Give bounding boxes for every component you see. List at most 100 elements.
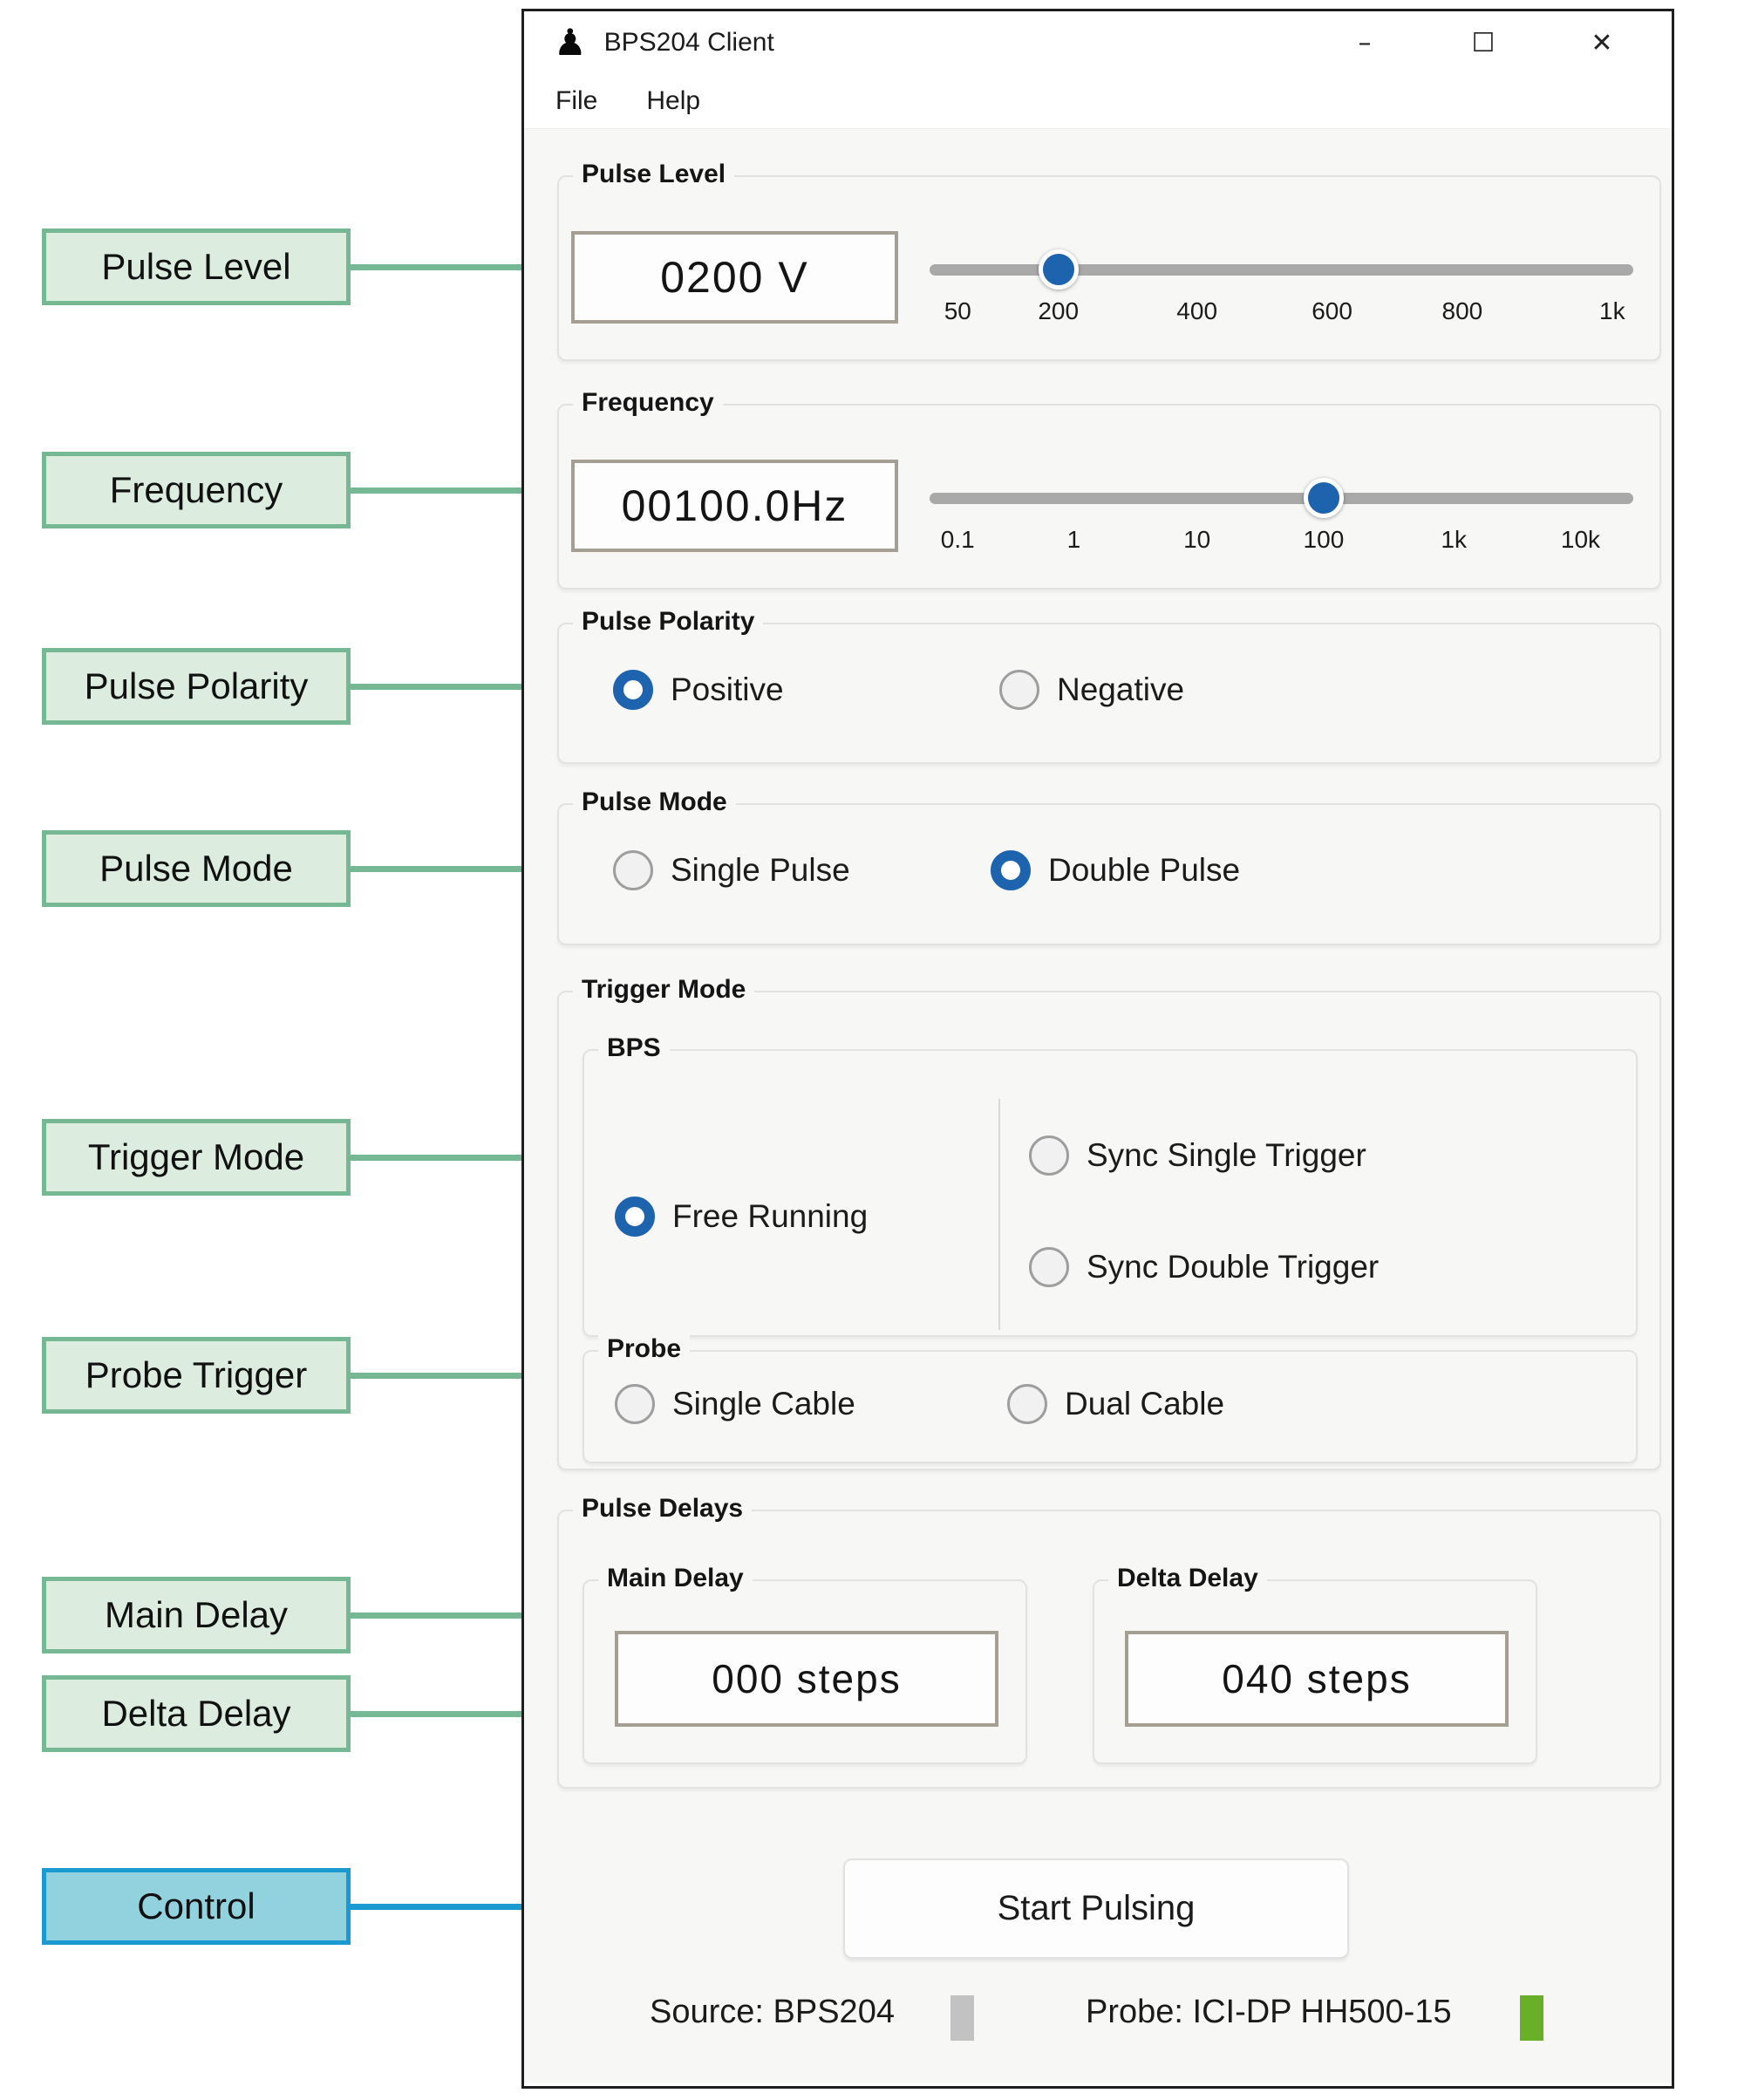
radio-unselected-icon bbox=[1007, 1384, 1047, 1424]
group-title: Delta Delay bbox=[1108, 1564, 1267, 1593]
group-title: BPS bbox=[598, 1033, 670, 1063]
radio-free-running[interactable]: Free Running bbox=[615, 1197, 868, 1237]
delta-delay-value: 040 steps bbox=[1125, 1631, 1509, 1727]
status-bar: Source: BPS204 Probe: ICI-DP HH500-15 bbox=[524, 1994, 1672, 2046]
radio-unselected-icon bbox=[613, 850, 653, 890]
group-probe: Probe Single Cable Dual Cable bbox=[583, 1350, 1638, 1463]
annotation-connector bbox=[348, 1612, 524, 1619]
group-title: Pulse Mode bbox=[573, 788, 736, 817]
group-pulse-delays: Pulse Delays Main Delay 000 steps Delta … bbox=[557, 1510, 1661, 1789]
main-delay-value: 000 steps bbox=[615, 1631, 998, 1727]
radio-sync-double-trigger[interactable]: Sync Double Trigger bbox=[1029, 1247, 1379, 1287]
annotation-label: Delta Delay bbox=[101, 1693, 290, 1735]
group-pulse-polarity: Pulse Polarity Positive Negative bbox=[557, 623, 1661, 764]
menu-help[interactable]: Help bbox=[646, 86, 700, 116]
close-icon[interactable]: ✕ bbox=[1584, 28, 1619, 58]
tick-label: 50 bbox=[944, 297, 971, 325]
radio-single-cable[interactable]: Single Cable bbox=[615, 1384, 855, 1424]
annotation-connector bbox=[348, 1904, 524, 1910]
tick-label: 1k bbox=[1441, 526, 1467, 554]
annotation-main-delay: Main Delay bbox=[42, 1577, 351, 1653]
probe-status-label: Probe: ICI-DP HH500-15 bbox=[1086, 1994, 1452, 2031]
annotation-probe-trigger: Probe Trigger bbox=[42, 1337, 351, 1414]
radio-unselected-icon bbox=[615, 1384, 655, 1424]
menu-file[interactable]: File bbox=[555, 86, 597, 116]
annotation-connector bbox=[348, 488, 524, 494]
tick-label: 10k bbox=[1561, 526, 1600, 554]
annotation-label: Main Delay bbox=[105, 1594, 288, 1636]
slider-track[interactable] bbox=[930, 264, 1633, 276]
slider-track[interactable] bbox=[930, 493, 1633, 504]
radio-negative[interactable]: Negative bbox=[999, 670, 1184, 710]
annotation-label: Pulse Polarity bbox=[85, 665, 309, 707]
annotation-label: Frequency bbox=[110, 469, 283, 511]
radio-label: Dual Cable bbox=[1065, 1386, 1224, 1422]
annotation-pulse-mode: Pulse Mode bbox=[42, 830, 351, 907]
annotation-frequency: Frequency bbox=[42, 452, 351, 528]
annotation-label: Probe Trigger bbox=[85, 1354, 307, 1396]
annotation-connector bbox=[348, 1711, 524, 1717]
annotation-delta-delay: Delta Delay bbox=[42, 1675, 351, 1752]
frequency-value: 00100.0Hz bbox=[571, 460, 898, 552]
annotation-label: Pulse Mode bbox=[99, 848, 293, 890]
radio-selected-icon bbox=[613, 670, 653, 710]
radio-label: Negative bbox=[1057, 672, 1184, 708]
divider bbox=[998, 1099, 1000, 1330]
radio-unselected-icon bbox=[999, 670, 1039, 710]
tick-label: 100 bbox=[1304, 526, 1345, 554]
app-icon: ♟ bbox=[554, 24, 587, 61]
group-frequency: Frequency 00100.0Hz 0.1 1 10 100 1k 10k bbox=[557, 404, 1661, 590]
group-title: Pulse Polarity bbox=[573, 607, 763, 637]
group-bps: BPS Free Running Sync Single Trigger Syn… bbox=[583, 1049, 1638, 1337]
annotation-connector bbox=[348, 866, 524, 872]
group-title: Main Delay bbox=[598, 1564, 753, 1593]
start-pulsing-button[interactable]: Start Pulsing bbox=[843, 1858, 1349, 1959]
tick-label: 400 bbox=[1176, 297, 1217, 325]
group-main-delay: Main Delay 000 steps bbox=[583, 1579, 1027, 1764]
annotation-connector bbox=[348, 1373, 524, 1379]
frequency-slider[interactable]: 0.1 1 10 100 1k 10k bbox=[930, 406, 1633, 562]
radio-dual-cable[interactable]: Dual Cable bbox=[1007, 1384, 1224, 1424]
annotation-label: Pulse Level bbox=[101, 246, 290, 288]
group-title: Pulse Level bbox=[573, 160, 734, 189]
group-pulse-level: Pulse Level 0200 V 50 200 400 600 800 1k bbox=[557, 175, 1661, 361]
tick-label: 1k bbox=[1599, 297, 1625, 325]
annotation-label: Trigger Mode bbox=[88, 1136, 304, 1178]
radio-label: Double Pulse bbox=[1048, 852, 1240, 889]
figure-canvas: Pulse Level Frequency Pulse Polarity Pul… bbox=[0, 0, 1751, 2100]
annotation-connector bbox=[348, 1155, 524, 1161]
annotation-pulse-polarity: Pulse Polarity bbox=[42, 648, 351, 725]
annotation-trigger-mode: Trigger Mode bbox=[42, 1119, 351, 1196]
annotation-control: Control bbox=[42, 1868, 351, 1945]
main-panel: Pulse Level 0200 V 50 200 400 600 800 1k… bbox=[524, 128, 1672, 2083]
tick-label: 200 bbox=[1038, 297, 1079, 325]
maximize-icon[interactable]: ☐ bbox=[1466, 28, 1501, 58]
app-window: ♟ BPS204 Client – ☐ ✕ File Help Pulse Le… bbox=[521, 9, 1674, 2089]
minimize-icon[interactable]: – bbox=[1347, 28, 1382, 58]
group-title: Frequency bbox=[573, 388, 723, 418]
radio-unselected-icon bbox=[1029, 1135, 1069, 1176]
group-title: Probe bbox=[598, 1334, 690, 1364]
tick-label: 0.1 bbox=[941, 526, 975, 554]
slider-thumb[interactable] bbox=[1039, 249, 1079, 290]
radio-positive[interactable]: Positive bbox=[613, 670, 784, 710]
window-title: BPS204 Client bbox=[604, 28, 774, 58]
source-status-label: Source: BPS204 bbox=[650, 1994, 895, 2031]
group-title: Trigger Mode bbox=[573, 975, 754, 1005]
radio-label: Free Running bbox=[672, 1198, 868, 1235]
radio-double-pulse[interactable]: Double Pulse bbox=[991, 850, 1240, 890]
annotation-connector bbox=[348, 264, 524, 270]
group-trigger-mode: Trigger Mode BPS Free Running Sync Singl… bbox=[557, 991, 1661, 1470]
tick-label: 600 bbox=[1312, 297, 1352, 325]
pulse-level-slider[interactable]: 50 200 400 600 800 1k bbox=[930, 177, 1633, 334]
window-controls: – ☐ ✕ bbox=[1347, 28, 1672, 58]
title-bar: ♟ BPS204 Client – ☐ ✕ bbox=[524, 11, 1672, 74]
radio-selected-icon bbox=[991, 850, 1031, 890]
slider-thumb[interactable] bbox=[1304, 478, 1344, 518]
probe-status-indicator bbox=[1520, 1995, 1543, 2041]
radio-single-pulse[interactable]: Single Pulse bbox=[613, 850, 850, 890]
radio-unselected-icon bbox=[1029, 1247, 1069, 1287]
radio-sync-single-trigger[interactable]: Sync Single Trigger bbox=[1029, 1135, 1366, 1176]
group-delta-delay: Delta Delay 040 steps bbox=[1093, 1579, 1537, 1764]
tick-label: 10 bbox=[1183, 526, 1210, 554]
